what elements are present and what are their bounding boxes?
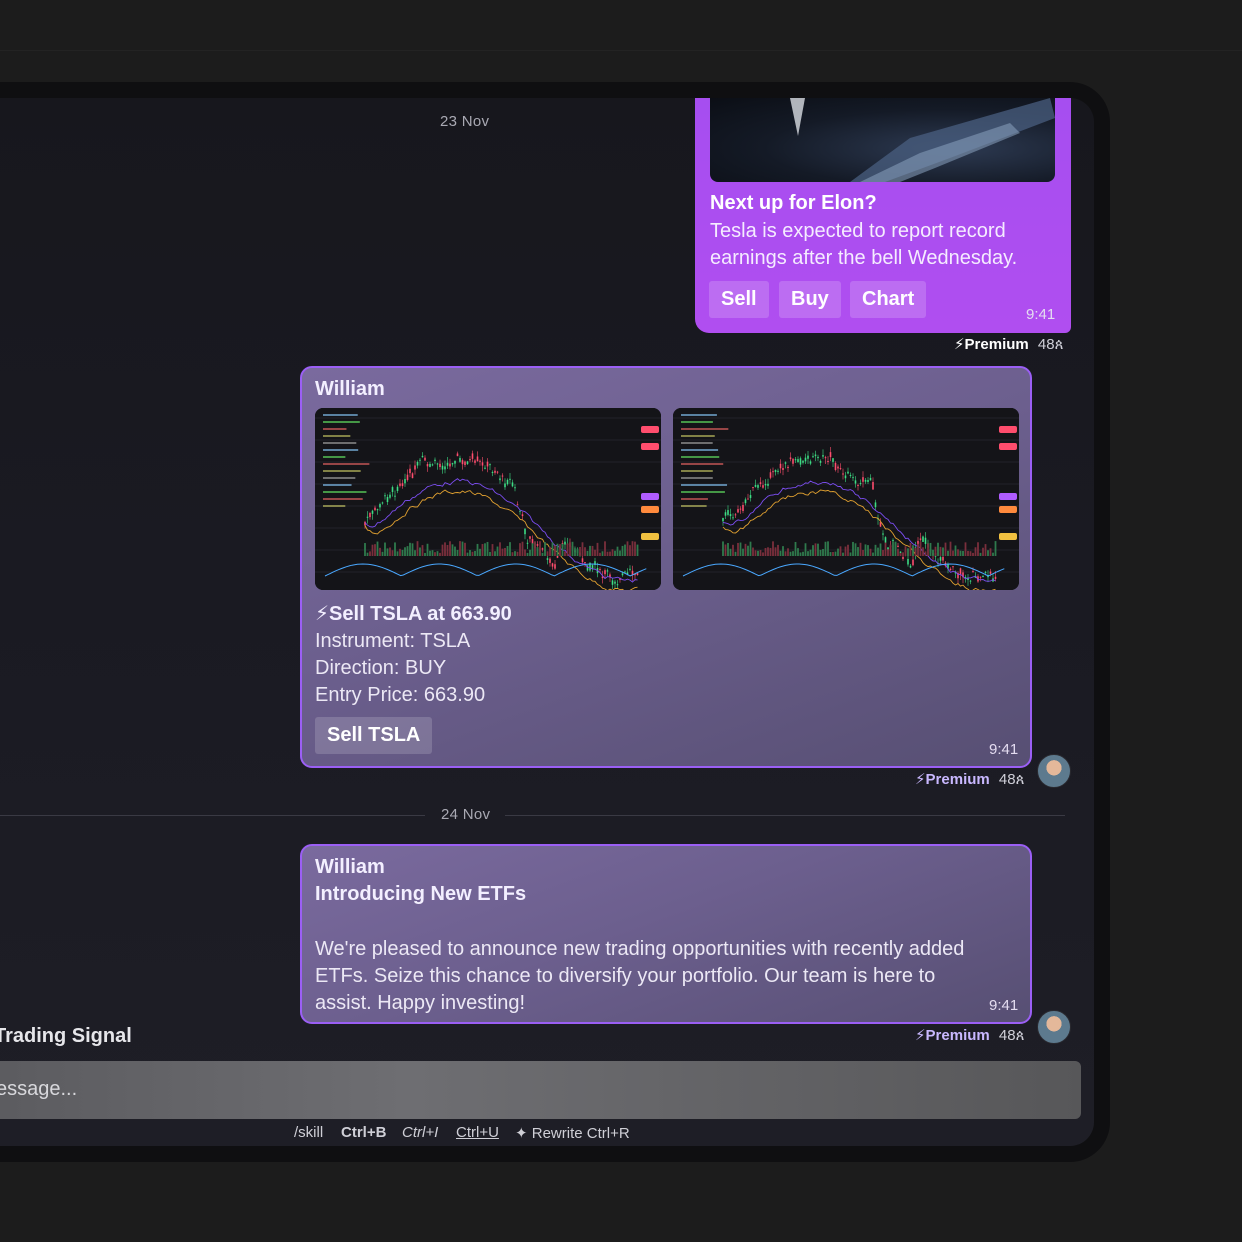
news-photo — [710, 98, 1055, 182]
message-placeholder: essage... — [0, 1078, 78, 1100]
timestamp: 9:41 — [989, 997, 1019, 1014]
underline-shortcut[interactable]: Ctrl+U — [456, 1124, 499, 1141]
divider — [505, 815, 1065, 816]
sender-name: William — [315, 856, 385, 878]
bolt-icon: ⚡ — [915, 1027, 926, 1044]
signal-instrument: Instrument: TSLA — [315, 630, 471, 652]
timestamp: 9:41 — [1026, 306, 1056, 323]
italic-shortcut[interactable]: Ctrl+I — [402, 1124, 438, 1141]
signal-direction: Direction: BUY — [315, 657, 447, 679]
sparkle-icon: ✦ — [515, 1125, 528, 1142]
date-separator: 23 Nov — [440, 113, 490, 130]
chat-screen: 23 Nov Next up for Elon? Tesla is expect… — [0, 98, 1094, 1146]
divider — [0, 815, 425, 816]
sell-button[interactable]: Sell — [709, 281, 769, 318]
premium-badge: ⚡Premium 48ጰ — [915, 1027, 1025, 1044]
etf-title: Introducing New ETFs — [315, 883, 527, 905]
person-icon: ጰ — [1054, 336, 1064, 353]
bold-shortcut[interactable]: Ctrl+B — [341, 1124, 386, 1141]
avatar[interactable] — [1037, 1010, 1071, 1044]
chart-button[interactable]: Chart — [850, 281, 927, 318]
timestamp: 9:41 — [989, 741, 1019, 758]
message-input[interactable]: essage... — [0, 1061, 1081, 1119]
news-card[interactable]: Next up for Elon? Tesla is expected to r… — [695, 98, 1071, 333]
bolt-icon: ⚡ — [954, 336, 965, 353]
signal-message-bubble[interactable]: William ⚡Sell TSLA at 663.90 Instrument:… — [300, 366, 1032, 768]
person-icon: ጰ — [1015, 1027, 1025, 1044]
chart-image-1[interactable] — [315, 408, 661, 590]
sell-tsla-button[interactable]: Sell TSLA — [315, 717, 433, 754]
buy-button[interactable]: Buy — [779, 281, 841, 318]
etf-text-line2: ETFs. Seize this chance to diversify you… — [315, 965, 936, 987]
etf-message-bubble[interactable]: William Introducing New ETFs We're pleas… — [300, 844, 1032, 1024]
etf-text-line1: We're pleased to announce new trading op… — [315, 938, 965, 960]
avatar[interactable] — [1037, 754, 1071, 788]
news-text-line1: Tesla is expected to report record — [710, 220, 1006, 242]
news-text-line2: earnings after the bell Wednesday. — [710, 247, 1018, 269]
signal-headline: ⚡Sell TSLA at 663.90 — [315, 603, 512, 625]
premium-badge: ⚡Premium 48ጰ — [915, 771, 1025, 788]
premium-badge: ⚡Premium 48ጰ — [954, 336, 1064, 353]
signal-entry-price: Entry Price: 663.90 — [315, 684, 486, 706]
trading-signal-label[interactable]: Trading Signal — [0, 1025, 132, 1048]
background-band — [0, 50, 1242, 51]
person-icon: ጰ — [1015, 771, 1025, 788]
sender-name: William — [315, 378, 385, 400]
rewrite-shortcut[interactable]: ✦ Rewrite Ctrl+R — [515, 1124, 630, 1142]
news-title: Next up for Elon? — [710, 192, 877, 214]
date-separator: 24 Nov — [441, 806, 491, 823]
chart-image-2[interactable] — [673, 408, 1019, 590]
etf-text-line3: assist. Happy investing! — [315, 992, 526, 1014]
bolt-icon: ⚡ — [915, 771, 926, 788]
skill-shortcut[interactable]: /skill — [294, 1124, 323, 1141]
